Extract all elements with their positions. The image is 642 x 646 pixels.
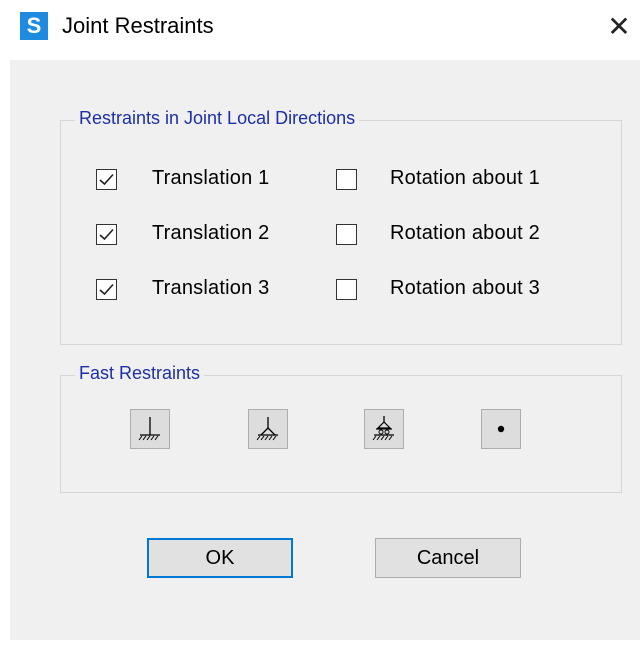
pinned-restraint-button[interactable] (248, 409, 288, 449)
fast-restraints-groupbox: Fast Restraints (60, 363, 622, 493)
checkbox-box[interactable] (336, 279, 357, 300)
translation-3-checkbox[interactable]: Translation 3 (96, 277, 326, 305)
pinned-support-icon (256, 417, 278, 441)
close-icon: ✕ (607, 11, 631, 42)
checkbox-box[interactable] (96, 279, 117, 300)
free-joint-icon (497, 425, 505, 433)
rotation-1-checkbox[interactable]: Rotation about 1 (336, 167, 606, 195)
rotation-1-label: Rotation about 1 (390, 167, 540, 189)
rotation-3-label: Rotation about 3 (390, 277, 540, 299)
cancel-button[interactable]: Cancel (375, 538, 521, 578)
free-restraint-button[interactable] (481, 409, 521, 449)
checkmark-icon (99, 283, 114, 296)
rotation-2-checkbox[interactable]: Rotation about 2 (336, 222, 606, 250)
translation-3-label: Translation 3 (152, 277, 270, 299)
fast-restraints-group-label: Fast Restraints (75, 363, 205, 384)
fixed-support-icon (138, 417, 160, 441)
translation-2-label: Translation 2 (152, 222, 270, 244)
checkmark-icon (99, 228, 114, 241)
checkbox-box[interactable] (96, 224, 117, 245)
close-button[interactable]: ✕ (596, 4, 642, 50)
translation-2-checkbox[interactable]: Translation 2 (96, 222, 326, 250)
checkbox-box[interactable] (336, 169, 357, 190)
translation-1-label: Translation 1 (152, 167, 270, 189)
restraints-group-label: Restraints in Joint Local Directions (75, 108, 360, 129)
dialog-body: Restraints in Joint Local Directions Tra… (10, 60, 640, 640)
title-bar[interactable]: S Joint Restraints ✕ (0, 0, 642, 52)
rotation-2-label: Rotation about 2 (390, 222, 540, 244)
restraints-groupbox: Restraints in Joint Local Directions Tra… (60, 108, 622, 345)
window-title: Joint Restraints (62, 13, 214, 38)
fixed-restraint-button[interactable] (130, 409, 170, 449)
checkmark-icon (99, 173, 114, 186)
checkbox-box[interactable] (336, 224, 357, 245)
ok-button[interactable]: OK (147, 538, 293, 578)
rotation-3-checkbox[interactable]: Rotation about 3 (336, 277, 606, 305)
joint-restraints-dialog: S Joint Restraints ✕ Restraints in Joint… (0, 0, 642, 646)
checkbox-box[interactable] (96, 169, 117, 190)
roller-support-icon (372, 416, 394, 441)
app-icon: S (20, 12, 48, 40)
roller-restraint-button[interactable] (364, 409, 404, 449)
translation-1-checkbox[interactable]: Translation 1 (96, 167, 326, 195)
